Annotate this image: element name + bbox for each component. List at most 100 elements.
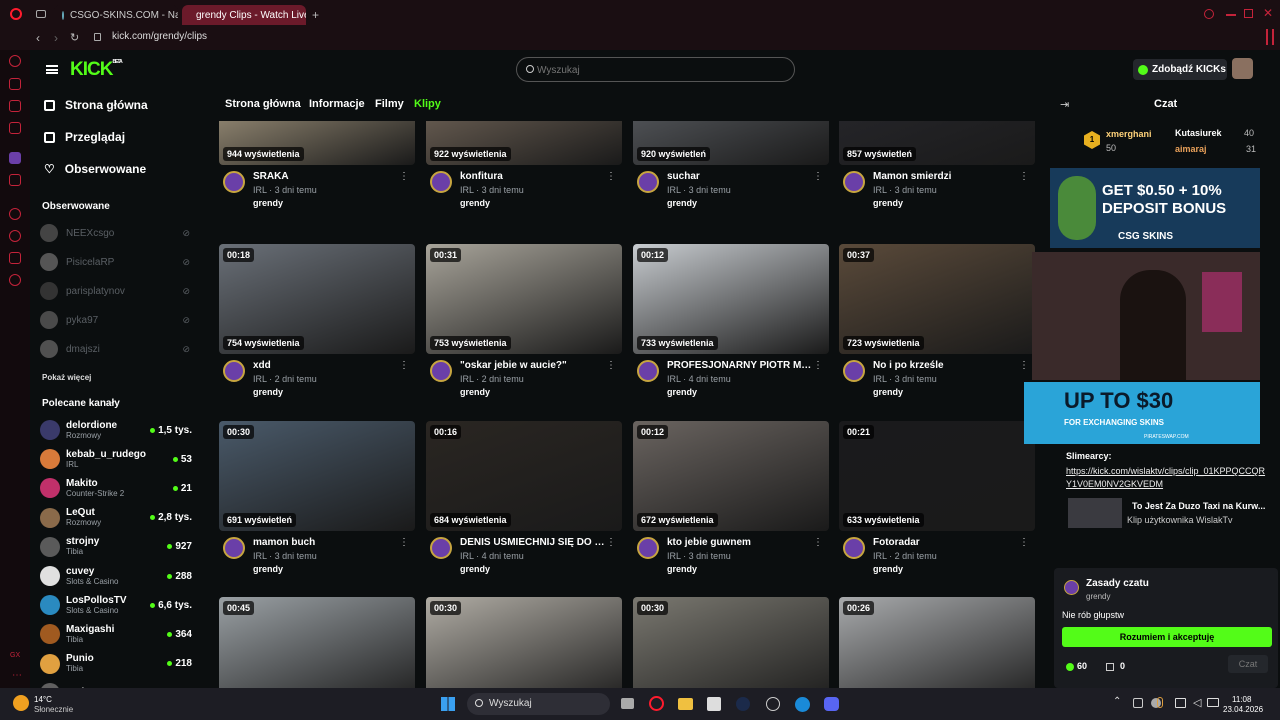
accept-rules-button[interactable]: Rozumiem i akceptuję bbox=[1062, 627, 1272, 647]
clip-card[interactable]: 00:12 733 wyświetlenia PROFESJONARNY PIOTR… bbox=[633, 244, 829, 404]
player-icon[interactable] bbox=[9, 208, 21, 220]
clip-thumbnail[interactable]: 944 wyświetlenia bbox=[219, 121, 415, 165]
discord-icon[interactable] bbox=[824, 697, 839, 711]
more-options-icon[interactable]: ⋮ bbox=[399, 171, 409, 182]
recommended-channel[interactable]: kebab_u_rudego IRL 53 bbox=[40, 445, 192, 473]
store-icon[interactable] bbox=[707, 697, 721, 711]
more-options-icon[interactable]: ⋮ bbox=[1019, 537, 1029, 548]
more-options-icon[interactable]: ⋮ bbox=[606, 537, 616, 548]
tab-search-icon[interactable] bbox=[1204, 9, 1214, 19]
clip-card[interactable]: 944 wyświetlenia SRAKA IRL · 3 dni temu gre… bbox=[219, 121, 415, 215]
weather-temp[interactable]: 14°C bbox=[34, 695, 52, 704]
channel-avatar[interactable] bbox=[843, 537, 865, 559]
clip-card[interactable]: 00:12 672 wyświetlenia kto jebie guwnem IRL… bbox=[633, 421, 829, 581]
more-icon[interactable]: ⋯ bbox=[12, 670, 22, 681]
chat-send-button[interactable]: Czat bbox=[1228, 655, 1268, 673]
clip-channel[interactable]: grendy bbox=[873, 564, 903, 574]
more-options-icon[interactable]: ⋮ bbox=[606, 171, 616, 182]
sidebar-toggle-icon[interactable] bbox=[1266, 29, 1274, 45]
flow-icon[interactable] bbox=[9, 78, 21, 90]
clip-card[interactable]: 920 wyświetleń suchar IRL · 3 dni temu gren… bbox=[633, 121, 829, 215]
followed-channel[interactable]: PisicelaRP ⊘ bbox=[40, 251, 190, 273]
clip-title[interactable]: xdd bbox=[253, 360, 398, 371]
network-icon[interactable] bbox=[1175, 698, 1186, 708]
tab-clips[interactable]: Klipy bbox=[414, 98, 441, 110]
clip-thumbnail[interactable]: 00:30 bbox=[426, 597, 622, 688]
tab-grendy-clips[interactable]: grendy Clips - Watch Live bbox=[182, 5, 306, 25]
clip-card[interactable]: 922 wyświetlenia konfitura IRL · 3 dni tem… bbox=[426, 121, 622, 215]
channel-avatar[interactable] bbox=[223, 360, 245, 382]
app-icon[interactable] bbox=[766, 697, 780, 711]
clip-title[interactable]: mamon buch bbox=[253, 537, 398, 548]
clip-card[interactable]: 00:16 684 wyświetlenia DENIS UŚMIECHNIJ SI… bbox=[426, 421, 622, 581]
ad-banner-pirateswap[interactable]: UP TO $30 FOR EXCHANGING SKINS PIRATESWA… bbox=[1024, 382, 1260, 444]
clip-channel[interactable]: grendy bbox=[873, 198, 903, 208]
microphone-icon[interactable] bbox=[1157, 697, 1163, 708]
clip-title[interactable]: SRAKA bbox=[253, 171, 398, 182]
search-input[interactable] bbox=[537, 63, 787, 77]
followed-channel[interactable]: NEEXcsgo ⊘ bbox=[40, 222, 190, 244]
tray-chevron-icon[interactable]: ⌃ bbox=[1113, 696, 1121, 707]
channel-avatar[interactable] bbox=[843, 171, 865, 193]
recommended-channel[interactable]: Makito Counter-Strike 2 21 bbox=[40, 474, 192, 502]
clip-title[interactable]: PROFESJONARNY PIOTR MAKLOWICZ bbox=[667, 360, 812, 371]
back-icon[interactable]: ‹ bbox=[36, 31, 40, 45]
gifter-name[interactable]: Kutasiurek bbox=[1175, 128, 1222, 138]
recommended-channel[interactable]: delordione Rozmowy 1,5 tys. bbox=[40, 416, 192, 444]
edge-icon[interactable] bbox=[795, 697, 810, 712]
nav-following[interactable]: ♡ Obserwowane bbox=[44, 159, 146, 179]
channel-points[interactable]: 60 bbox=[1077, 661, 1087, 671]
clip-thumbnail[interactable]: 857 wyświetleń bbox=[839, 121, 1035, 165]
opera-gx-taskbar-icon[interactable] bbox=[649, 696, 664, 711]
clip-channel[interactable]: grendy bbox=[667, 198, 697, 208]
extensions-icon[interactable] bbox=[9, 252, 21, 264]
clip-thumbnail[interactable]: 920 wyświetleń bbox=[633, 121, 829, 165]
reload-icon[interactable]: ↻ bbox=[70, 31, 79, 44]
more-options-icon[interactable]: ⋮ bbox=[399, 360, 409, 371]
opera-logo-icon[interactable] bbox=[10, 8, 22, 20]
channel-avatar[interactable] bbox=[637, 537, 659, 559]
clip-channel[interactable]: grendy bbox=[460, 387, 490, 397]
url-field[interactable]: kick.com/grendy/clips bbox=[112, 31, 207, 42]
volume-icon[interactable]: ◁ bbox=[1193, 696, 1201, 709]
clip-card[interactable]: 00:30 bbox=[426, 597, 622, 688]
clip-embed-title[interactable]: To Jest Za Duzo Taxi na Kurw... bbox=[1132, 501, 1265, 511]
tab-csgo-skins[interactable]: CSGO-SKINS.COM - Najle bbox=[54, 5, 178, 25]
channel-avatar[interactable] bbox=[843, 360, 865, 382]
recommended-channel[interactable]: cuvey Slots & Casino 288 bbox=[40, 562, 192, 590]
gx-icon[interactable]: GX bbox=[10, 652, 20, 659]
hamburger-menu-icon[interactable] bbox=[46, 65, 58, 74]
nav-home[interactable]: Strona główna bbox=[44, 95, 148, 115]
minimize-icon[interactable] bbox=[1226, 14, 1236, 16]
more-options-icon[interactable]: ⋮ bbox=[813, 171, 823, 182]
more-options-icon[interactable]: ⋮ bbox=[813, 360, 823, 371]
clip-title[interactable]: Mamon smierdzi bbox=[873, 171, 1018, 182]
clip-channel[interactable]: grendy bbox=[873, 387, 903, 397]
followed-channel[interactable]: dmajszi ⊘ bbox=[40, 338, 190, 360]
clip-title[interactable]: "oskar jebie w aucie?" bbox=[460, 360, 605, 371]
battery-icon[interactable] bbox=[1207, 698, 1219, 707]
clip-title[interactable]: No i po krześle bbox=[873, 360, 1018, 371]
clip-title[interactable]: konfitura bbox=[460, 171, 605, 182]
close-window-icon[interactable]: ✕ bbox=[1263, 6, 1273, 20]
channel-avatar[interactable] bbox=[430, 360, 452, 382]
new-tab-button[interactable]: + bbox=[312, 8, 319, 22]
clip-card[interactable]: 00:18 754 wyświetlenia xdd IRL · 2 dni temu… bbox=[219, 244, 415, 404]
clip-thumbnail[interactable]: 00:26 bbox=[839, 597, 1035, 688]
ad-banner-csgoskins[interactable]: GET $0.50 + 10% DEPOSIT BONUS CSG SKINS bbox=[1050, 168, 1260, 248]
more-options-icon[interactable]: ⋮ bbox=[1019, 360, 1029, 371]
recommended-channel[interactable]: Maxigashi Tibia 364 bbox=[40, 620, 192, 648]
clip-thumbnail[interactable]: 00:18 754 wyświetlenia bbox=[219, 244, 415, 354]
user-avatar[interactable] bbox=[1232, 58, 1253, 79]
followed-channel[interactable]: parisplatynov ⊘ bbox=[40, 280, 190, 302]
clip-card[interactable]: 00:37 723 wyświetlenia No i po krześle IRL … bbox=[839, 244, 1035, 404]
followed-channel[interactable]: pyka97 ⊘ bbox=[40, 309, 190, 331]
weather-icon[interactable] bbox=[13, 695, 29, 711]
steam-icon[interactable] bbox=[736, 697, 750, 711]
clock-time[interactable]: 11:08 bbox=[1232, 695, 1251, 704]
clip-thumbnail[interactable]: 00:30 691 wyświetleń bbox=[219, 421, 415, 531]
gifter-name[interactable]: aimaraj bbox=[1175, 144, 1207, 154]
clip-channel[interactable]: grendy bbox=[460, 198, 490, 208]
windows-start-icon[interactable] bbox=[441, 697, 455, 711]
clip-card[interactable]: 00:45 bbox=[219, 597, 415, 688]
